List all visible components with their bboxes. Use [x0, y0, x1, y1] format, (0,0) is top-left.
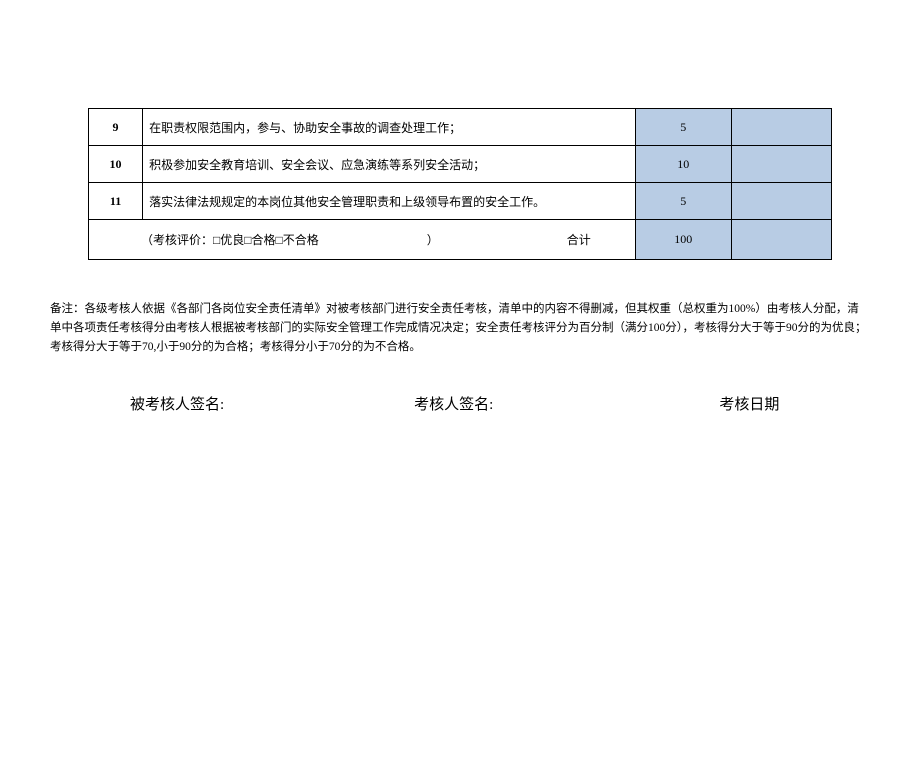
- row-description: 在职责权限范围内，参与、协助安全事故的调查处理工作；: [143, 109, 636, 146]
- row-description: 落实法律法规规定的本岗位其他安全管理职责和上级领导布置的安全工作。: [143, 183, 636, 220]
- document-page: 9在职责权限范围内，参与、协助安全事故的调查处理工作；510积极参加安全教育培训…: [0, 108, 920, 414]
- evaluation-row: （考核评价：□优良□合格□不合格 ） 合计 100: [89, 220, 832, 260]
- table-row: 9在职责权限范围内，参与、协助安全事故的调查处理工作；5: [89, 109, 832, 146]
- evaluation-close: ）: [427, 233, 439, 247]
- signature-row: 被考核人签名: 考核人签名: 考核日期: [0, 393, 920, 414]
- row-score: 5: [635, 183, 731, 220]
- total-score: 100: [635, 220, 731, 260]
- row-empty: [731, 109, 831, 146]
- assessor-signature-label: 考核人签名:: [414, 393, 493, 414]
- evaluation-cell: （考核评价：□优良□合格□不合格 ） 合计: [89, 220, 636, 260]
- row-number: 9: [89, 109, 143, 146]
- table-row: 10积极参加安全教育培训、安全会议、应急演练等系列安全活动；10: [89, 146, 832, 183]
- table-row: 11落实法律法规规定的本岗位其他安全管理职责和上级领导布置的安全工作。5: [89, 183, 832, 220]
- row-empty: [731, 183, 831, 220]
- assessment-date-label: 考核日期: [719, 393, 779, 414]
- assessee-signature-label: 被考核人签名:: [130, 393, 224, 414]
- assessment-table: 9在职责权限范围内，参与、协助安全事故的调查处理工作；510积极参加安全教育培训…: [88, 108, 832, 260]
- row-score: 10: [635, 146, 731, 183]
- row-description: 积极参加安全教育培训、安全会议、应急演练等系列安全活动；: [143, 146, 636, 183]
- row-score: 5: [635, 109, 731, 146]
- evaluation-label: （考核评价：□优良□合格□不合格: [141, 233, 319, 247]
- notes-text: 备注：各级考核人依据《各部门各岗位安全责任清单》对被考核部门进行安全责任考核，清…: [50, 300, 870, 357]
- row-empty: [731, 146, 831, 183]
- total-label: 合计: [567, 231, 591, 248]
- row-number: 11: [89, 183, 143, 220]
- assessment-table-container: 9在职责权限范围内，参与、协助安全事故的调查处理工作；510积极参加安全教育培训…: [88, 108, 832, 260]
- row-number: 10: [89, 146, 143, 183]
- total-empty: [731, 220, 831, 260]
